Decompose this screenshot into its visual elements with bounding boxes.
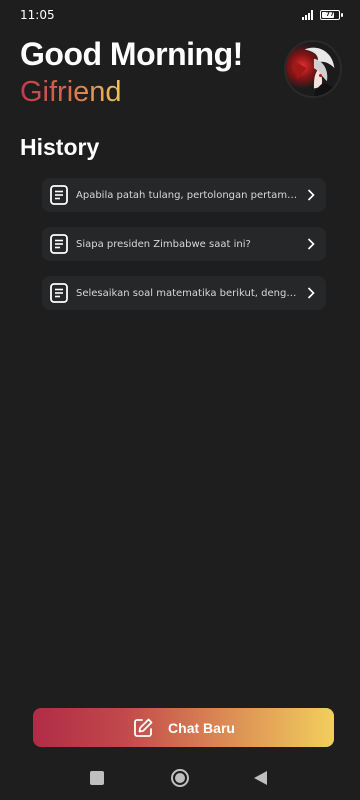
signal-icon [302,10,314,20]
history-item-label: Siapa presiden Zimbabwe saat ini? [76,238,251,250]
history-item-label: Selesaikan soal matematika berikut, deng… [76,287,300,299]
anime-avatar-icon [286,42,340,96]
new-chat-label: Chat Baru [168,719,235,736]
back-icon[interactable] [254,771,267,785]
home-screen: 11:05 77 Good Morning! Gifriend History … [0,0,360,800]
status-bar: 11:05 77 [0,0,360,30]
new-chat-button[interactable]: Chat Baru [33,708,334,747]
document-icon [50,234,68,254]
history-item[interactable]: Siapa presiden Zimbabwe saat ini? [42,227,326,261]
history-item-label: Apabila patah tulang, pertolongan pertam… [76,189,300,201]
home-icon[interactable] [171,769,189,787]
status-icons: 77 [302,10,343,20]
username: Gifriend [20,76,122,108]
history-item[interactable]: Selesaikan soal matematika berikut, deng… [42,276,326,310]
battery-level: 77 [325,11,335,18]
edit-icon [132,717,154,739]
chevron-right-icon [306,237,316,251]
recent-apps-icon[interactable] [90,771,104,785]
document-icon [50,283,68,303]
document-icon [50,185,68,205]
greeting-title: Good Morning! [20,36,243,72]
history-item[interactable]: Apabila patah tulang, pertolongan pertam… [42,178,326,212]
chevron-right-icon [306,286,316,300]
history-list: Apabila patah tulang, pertolongan pertam… [42,178,326,325]
system-nav-bar [0,760,360,796]
avatar[interactable] [284,40,342,98]
chevron-right-icon [306,188,316,202]
status-time: 11:05 [20,8,55,22]
battery-icon: 77 [320,10,343,20]
history-title: History [20,134,100,160]
